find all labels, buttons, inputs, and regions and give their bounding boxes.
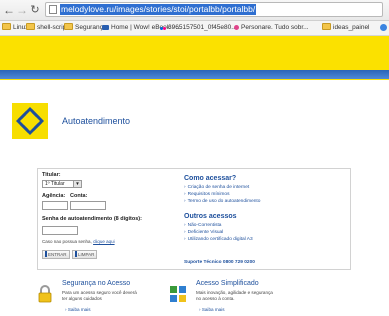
security-promo-title: Segurança no Acesso — [62, 280, 131, 287]
forward-arrow-icon[interactable]: → — [16, 3, 28, 17]
access-link-create-password[interactable]: › Criação de senha de internet — [184, 185, 249, 190]
agencia-input[interactable] — [42, 201, 68, 210]
reload-icon[interactable]: ↻ — [29, 3, 41, 17]
page-title: Autoatendimento — [62, 116, 131, 126]
bank-logo-icon — [16, 107, 44, 135]
bookmark-personare[interactable]: Personare. Tudo sobr... — [234, 21, 309, 35]
address-bar[interactable]: melodylove.ru/images/stories/stoi/portal… — [45, 2, 383, 17]
enter-button[interactable]: ENTRAR — [42, 250, 70, 259]
folder-icon — [322, 23, 331, 30]
padlock-icon — [38, 285, 52, 308]
personare-icon — [234, 25, 239, 30]
access-link-requirements[interactable]: › Requisitos mínimos — [184, 192, 229, 197]
page-icon — [102, 25, 109, 30]
bookmark-flickr[interactable]: 3965157501_0f45e80... — [160, 21, 237, 35]
bookmark-shell-script[interactable]: shell-script — [26, 21, 68, 35]
chevron-right-icon: › — [184, 199, 186, 204]
titular-select[interactable]: 1º Titular ▼ — [42, 180, 82, 188]
senha-input[interactable] — [42, 226, 78, 235]
folder-icon — [26, 23, 35, 30]
back-arrow-icon[interactable]: ← — [3, 3, 15, 17]
forgot-password-text: Caso nao possua senha, clique aqui — [42, 239, 115, 244]
chevron-right-icon: › — [184, 223, 186, 228]
titular-label: Titular: — [42, 172, 61, 178]
security-promo-link[interactable]: › Saiba mais — [65, 307, 91, 312]
chevron-down-icon: ▼ — [73, 181, 81, 187]
forgot-password-link[interactable]: clique aqui — [93, 239, 115, 244]
titular-select-value: 1º Titular — [45, 181, 65, 187]
simplified-promo-link[interactable]: › Saiba mais — [199, 307, 225, 312]
chevron-right-icon: › — [184, 230, 186, 235]
bookmarks-bar: Linux shell-script Segurança Home | Wow!… — [0, 21, 389, 36]
chevron-right-icon: › — [184, 185, 186, 190]
conta-input[interactable] — [70, 201, 106, 210]
security-promo-desc-2: ter alguns cuidados — [62, 296, 102, 301]
senha-label: Senha de autoatendimento (8 dígitos): — [42, 216, 142, 222]
support-phone: Suporte Técnico 0800 729 0200 — [184, 260, 255, 265]
agencia-label: Agência: — [42, 193, 66, 199]
login-panel: Titular: 1º Titular ▼ Agência: Conta: Se… — [37, 168, 351, 270]
clear-button[interactable]: LIMPAR — [72, 250, 98, 259]
folder-icon — [2, 23, 11, 30]
browser-toolbar: ← → ↻ melodylove.ru/images/stories/stoi/… — [0, 0, 389, 21]
bank-logo — [12, 103, 48, 139]
grid-access-icon — [170, 286, 186, 307]
bookmarks-menu-icon[interactable] — [380, 24, 387, 31]
how-to-access-title: Como acessar? — [184, 175, 237, 182]
chevron-right-icon: › — [184, 192, 186, 197]
bookmark-linux[interactable]: Linux — [2, 21, 29, 35]
other-access-title: Outros acessos — [184, 213, 237, 220]
conta-label: Conta: — [70, 193, 88, 199]
other-link-visual-impaired[interactable]: › Deficiente Visual — [184, 230, 223, 235]
folder-icon — [64, 23, 73, 30]
simplified-promo-title: Acesso Simplificado — [196, 280, 259, 287]
simplified-promo-desc-2: no acesso à conta. — [196, 296, 235, 301]
url-text[interactable]: melodylove.ru/images/stories/stoi/portal… — [60, 4, 257, 15]
other-link-certificate[interactable]: › Utilizando certificado digital A3 — [184, 237, 253, 242]
page-icon — [49, 5, 57, 14]
bookmark-seguranca[interactable]: Segurança — [64, 21, 106, 35]
bookmark-ideas-painel[interactable]: ideas_painel — [322, 21, 370, 35]
access-link-terms[interactable]: › Termo de uso do autoatendimento — [184, 199, 260, 204]
header-stripe — [0, 70, 389, 79]
other-link-non-account[interactable]: › Não-Correntista — [184, 223, 221, 228]
chevron-right-icon: › — [184, 237, 186, 242]
